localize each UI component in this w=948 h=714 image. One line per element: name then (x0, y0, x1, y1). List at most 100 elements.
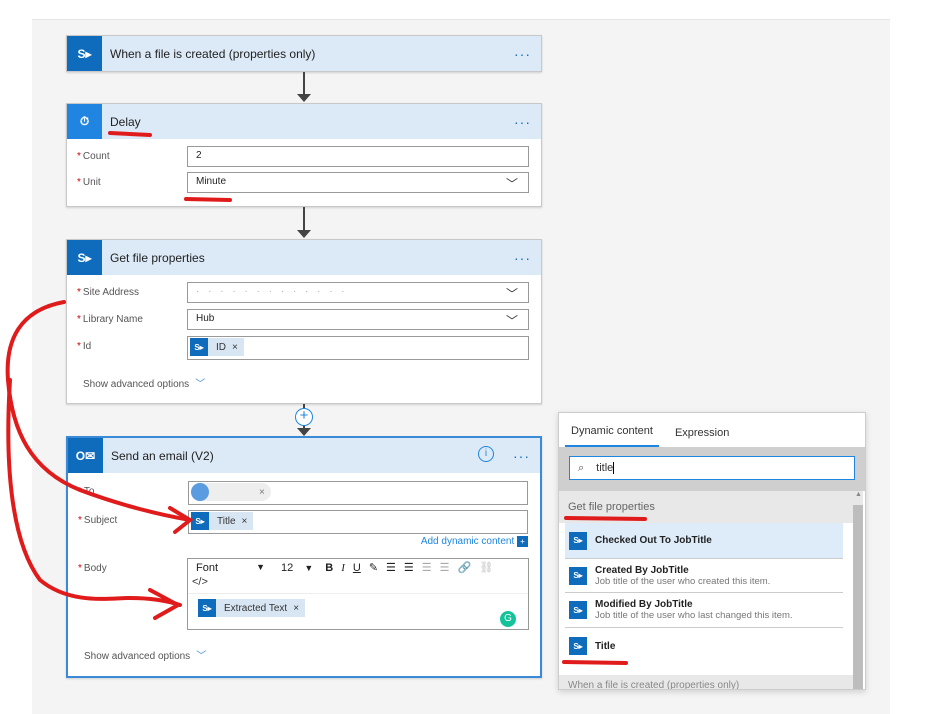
avatar (191, 483, 209, 501)
sharepoint-icon: S▸ (198, 599, 216, 617)
numbered-list-icon[interactable]: ☰ (400, 561, 418, 574)
trigger-title: When a file is created (properties only) (110, 46, 316, 61)
delay-card[interactable]: ⏱ Delay ··· * Count 2 * Unit Minute ﹀ (66, 103, 542, 207)
font-select[interactable]: Font ▼ (188, 562, 273, 574)
sharepoint-icon: S▸ (569, 601, 587, 619)
library-value: Hub (196, 313, 215, 324)
chevron-down-icon: ﹀ (505, 314, 518, 328)
more-options-icon[interactable]: ··· (514, 114, 531, 130)
pen-color-icon[interactable]: ✎ (365, 561, 382, 574)
info-icon[interactable]: i (478, 446, 494, 462)
arrow-down-icon (297, 94, 311, 102)
italic-icon[interactable]: I (337, 562, 349, 574)
subject-input[interactable]: S▸ Title × (188, 510, 528, 534)
group-header: Get file properties (559, 491, 853, 523)
dynamic-items-list: S▸ Checked Out To JobTitle S▸ Created By J… (559, 523, 853, 664)
timer-icon: ⏱ (67, 104, 102, 139)
arrow-down-icon (297, 428, 311, 436)
code-view-icon[interactable]: </> (188, 576, 528, 594)
link-icon[interactable]: 🔗 (454, 561, 476, 574)
scroll-up-icon[interactable]: ▲ (855, 491, 862, 498)
remove-token-icon[interactable]: × (242, 516, 248, 527)
unit-value: Minute (196, 176, 227, 187)
font-size-select[interactable]: 12 ▼ (273, 562, 321, 574)
list-item[interactable]: S▸ Created By JobTitle Job title of the us… (565, 559, 843, 593)
add-dynamic-content-link[interactable]: Add dynamic content + (421, 536, 528, 547)
list-item[interactable]: S▸ Title (565, 628, 843, 664)
outlook-icon: O✉ (68, 438, 103, 473)
tab-expression[interactable]: Expression (669, 427, 735, 447)
scrollbar[interactable]: ▲ (853, 491, 863, 689)
chevron-down-icon: ﹀ (505, 287, 518, 301)
underline-icon[interactable]: U (349, 562, 365, 574)
unit-select[interactable]: Minute ﹀ (187, 172, 529, 193)
sharepoint-icon: S▸ (190, 338, 208, 356)
site-address-select[interactable]: · · · · · · · · · · · · · ﹀ (187, 282, 529, 303)
top-bar (32, 0, 890, 20)
sharepoint-icon: S▸ (191, 512, 209, 530)
grammarly-icon[interactable]: G (500, 611, 516, 627)
unit-row: * Unit Minute ﹀ (67, 172, 541, 194)
delay-header[interactable]: ⏱ Delay ··· (67, 104, 541, 139)
to-row: * To × (68, 481, 540, 505)
site-value-blurred: · · · · · · · · · · · · · (196, 286, 348, 297)
unlink-icon[interactable]: ⛓ (475, 561, 497, 574)
site-label: Site Address (82, 287, 140, 298)
extracted-text-token[interactable]: S▸ Extracted Text × (198, 599, 306, 617)
sharepoint-icon: S▸ (569, 566, 587, 585)
group-header: When a file is created (properties only) (559, 675, 853, 689)
add-step-icon[interactable]: + (295, 408, 313, 426)
count-label: Count (82, 151, 110, 162)
sharepoint-icon: S▸ (67, 240, 102, 275)
unit-label: Unit (82, 177, 101, 188)
bulleted-list-icon[interactable]: ☰ (382, 561, 400, 574)
list-item[interactable]: S▸ Checked Out To JobTitle (565, 523, 843, 559)
id-label: Id (82, 341, 92, 352)
increase-indent-icon[interactable]: ☰ (436, 561, 454, 574)
tab-dynamic-content[interactable]: Dynamic content (565, 425, 659, 447)
more-options-icon[interactable]: ··· (514, 46, 531, 62)
plus-icon: + (517, 536, 528, 547)
to-label: To (83, 486, 95, 497)
connector-line (303, 72, 305, 94)
chevron-down-icon: ﹀ (505, 177, 518, 191)
chevron-down-icon: ﹀ (196, 651, 207, 662)
count-input[interactable]: 2 (187, 146, 529, 167)
connector-line (303, 207, 305, 230)
dynamic-search-input[interactable]: ⌕ title (569, 456, 855, 480)
show-advanced-options[interactable]: Show advanced options ﹀ (83, 375, 205, 390)
subject-label: Subject (83, 515, 118, 526)
bold-icon[interactable]: B (321, 562, 337, 574)
remove-token-icon[interactable]: × (232, 342, 238, 353)
count-row: * Count 2 (67, 146, 541, 168)
id-token[interactable]: S▸ ID × (190, 338, 244, 356)
decrease-indent-icon[interactable]: ☰ (418, 561, 436, 574)
trigger-header[interactable]: S▸ When a file is created (properties on… (67, 36, 541, 71)
library-row: * Library Name Hub ﹀ (67, 309, 541, 331)
recipient-token[interactable]: × (191, 483, 271, 501)
body-editor[interactable]: Font ▼ 12 ▼ B I U ✎ ☰ ☰ ☰ ☰ 🔗 ⛓ </> S▸ Ext… (187, 558, 529, 630)
send-email-header[interactable]: O✉ Send an email (V2) i ··· (68, 438, 540, 473)
get-file-properties-card[interactable]: S▸ Get file properties ··· * Site Address… (66, 239, 542, 404)
trigger-card[interactable]: S▸ When a file is created (properties on… (66, 35, 542, 72)
remove-token-icon[interactable]: × (259, 487, 265, 498)
more-options-icon[interactable]: ··· (514, 250, 531, 266)
title-token[interactable]: S▸ Title × (191, 512, 254, 530)
sharepoint-icon: S▸ (67, 36, 102, 71)
editor-toolbar: Font ▼ 12 ▼ B I U ✎ ☰ ☰ ☰ ☰ 🔗 ⛓ (188, 559, 528, 576)
list-item[interactable]: S▸ Modified By JobTitle Job title of the u… (565, 593, 843, 628)
dynamic-content-panel: Dynamic content Expression ⌕ title Get fi… (558, 412, 866, 690)
more-options-icon[interactable]: ··· (513, 448, 530, 464)
to-input[interactable]: × (188, 481, 528, 505)
library-label: Library Name (82, 314, 143, 325)
search-icon: ⌕ (578, 461, 585, 474)
send-email-card[interactable]: O✉ Send an email (V2) i ··· * To × * Subje… (66, 436, 542, 678)
sharepoint-icon: S▸ (569, 531, 587, 550)
library-select[interactable]: Hub ﹀ (187, 309, 529, 330)
send-email-title: Send an email (V2) (111, 448, 214, 463)
id-input[interactable]: S▸ ID × (187, 336, 529, 360)
show-advanced-options[interactable]: Show advanced options ﹀ (84, 647, 206, 662)
get-file-header[interactable]: S▸ Get file properties ··· (67, 240, 541, 275)
get-file-title: Get file properties (110, 250, 205, 265)
remove-token-icon[interactable]: × (293, 603, 299, 614)
